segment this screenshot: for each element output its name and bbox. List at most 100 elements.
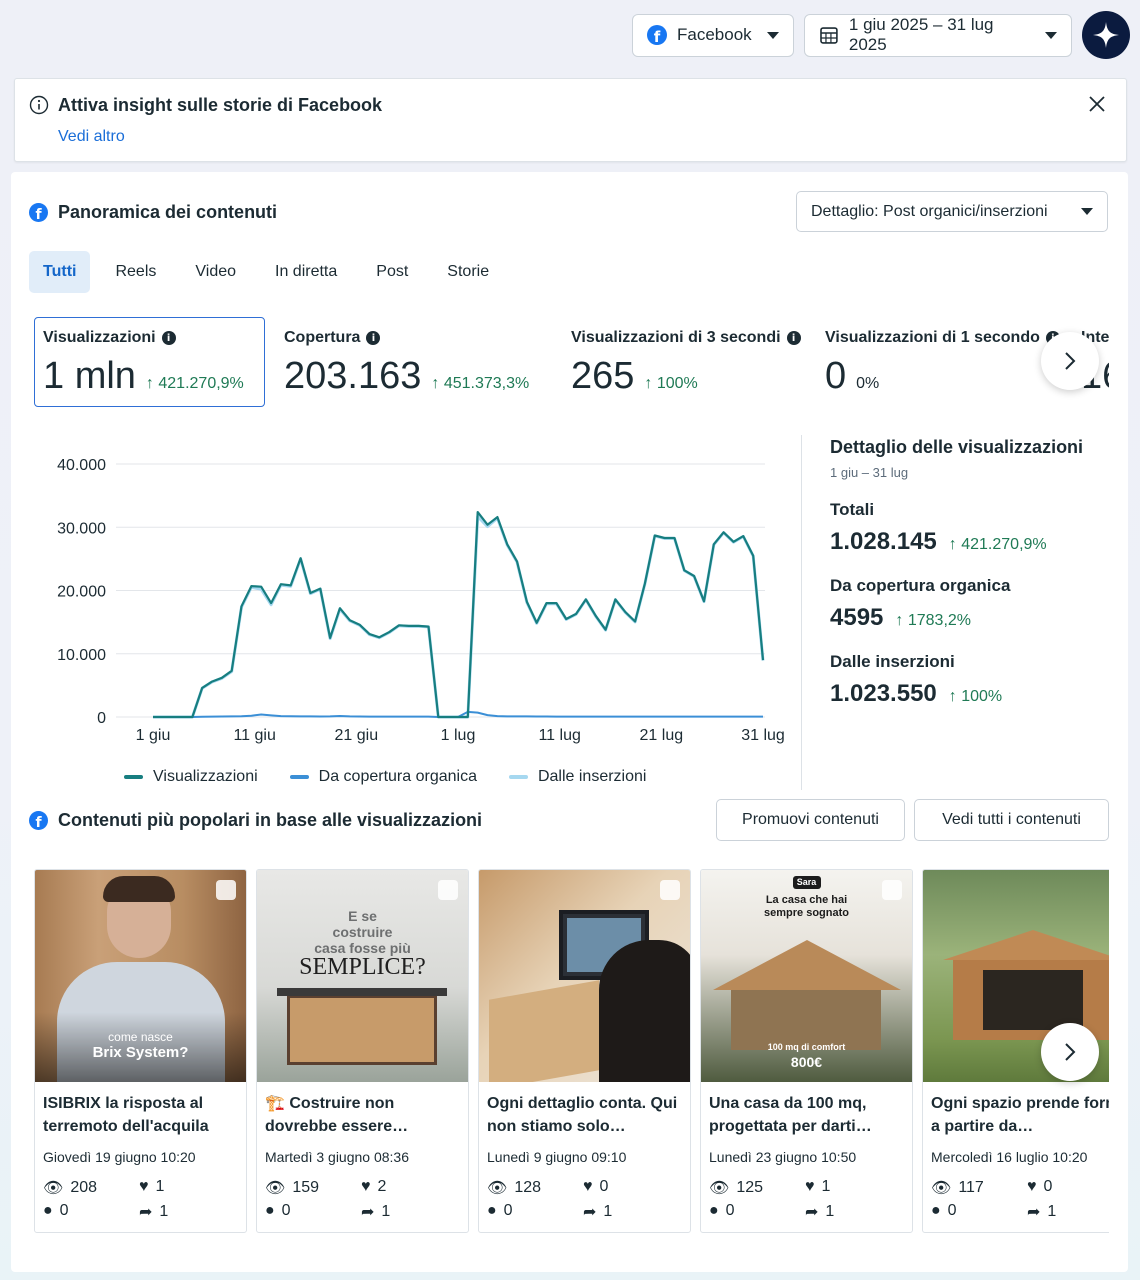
y-tick-label: 10.000 (57, 647, 106, 664)
x-tick-label: 11 giu (233, 727, 275, 744)
shares-stat: ➦ 1 (139, 1203, 169, 1221)
metric-card-3s-views[interactable]: Visualizzazioni di 3 secondi i 265 ↑ 100% (571, 317, 811, 407)
tab-video[interactable]: Video (181, 251, 250, 293)
info-icon[interactable]: i (161, 331, 176, 345)
heart-icon: ♥ (139, 1178, 149, 1195)
breakdown-change: ↑ 1783,2% (895, 612, 972, 629)
info-icon[interactable]: i (786, 331, 801, 345)
breakdown-label: Totali (830, 500, 875, 519)
share-icon: ➦ (1027, 1204, 1041, 1221)
breakdown-value: 1.023.550 (830, 680, 937, 707)
tab-all[interactable]: Tutti (29, 251, 91, 293)
top-bar: f Facebook 1 giu 2025 – 31 lug 2025 (632, 11, 1130, 59)
share-icon: ➦ (361, 1204, 375, 1221)
see-all-content-button[interactable]: Vedi tutti i contenuti (914, 799, 1109, 841)
tab-stories[interactable]: Storie (433, 251, 503, 293)
date-range-label: 1 giu 2025 – 31 lug 2025 (848, 15, 994, 54)
series-line-0 (153, 510, 765, 719)
views-breakdown: Dettaglio delle visualizzazioni 1 giu – … (830, 437, 1083, 708)
comments-stat: ● 0 (931, 1202, 957, 1219)
content-date: Lunedì 23 giugno 10:50 (709, 1149, 857, 1165)
heart-icon: ♥ (583, 1178, 593, 1195)
metric-change: ↑ 451.373,3% (431, 375, 530, 392)
breakdown-value: 1.028.145 (830, 528, 937, 555)
breakdown-range: 1 giu – 31 lug (830, 465, 909, 480)
calendar-icon (820, 27, 838, 44)
tab-live[interactable]: In diretta (261, 251, 351, 293)
roof-illustration (943, 930, 1109, 960)
share-icon: ➦ (139, 1204, 153, 1221)
chevron-right-icon (1065, 352, 1076, 370)
chart-legend: Visualizzazioni Da copertura organica Da… (124, 768, 646, 786)
y-tick-label: 30.000 (57, 520, 106, 537)
caret-down-icon (1081, 208, 1093, 215)
content-title: 🏗️ Costruire non dovrebbe essere… (265, 1095, 409, 1135)
metric-change: ↑ 100% (644, 375, 698, 392)
banner-title: Attiva insight sulle storie di Facebook (58, 95, 383, 115)
legend-swatch (289, 775, 309, 779)
likes-stat: ♥ 0 (1027, 1178, 1053, 1195)
comment-icon: ● (43, 1202, 53, 1219)
legend-item-organic[interactable]: Da copertura organica (289, 768, 477, 786)
content-title: Ogni dettaglio conta. Qui non stiamo sol… (487, 1095, 678, 1135)
info-icon[interactable]: i (366, 331, 381, 345)
content-thumbnail: E se costruire casa fosse più SEMPLICE? (257, 870, 468, 1082)
promote-content-button[interactable]: Promuovi contenuti (716, 799, 905, 841)
x-tick-label: 11 lug (538, 727, 580, 744)
legend-item-ads[interactable]: Dalle inserzioni (508, 768, 647, 786)
facebook-icon: f (29, 811, 48, 830)
platform-label: Facebook (677, 25, 752, 44)
content-card[interactable]: Sara La casa che hai sempre sognato 100 … (700, 869, 913, 1233)
content-card[interactable]: come nasce Brix System? ISIBRIX la rispo… (34, 869, 247, 1233)
share-icon: ➦ (805, 1204, 819, 1221)
likes-stat: ♥ 2 (361, 1178, 387, 1195)
metric-card-1s-views[interactable]: Visualizzazioni di 1 secondoi 00% (825, 317, 1065, 407)
tab-reels[interactable]: Reels (101, 251, 170, 293)
thumbnail-caption: Brix System? (92, 1044, 189, 1061)
detail-dropdown[interactable]: Dettaglio: Post organici/inserzioni (796, 191, 1108, 232)
views-stat: 👁 208 (43, 1179, 98, 1197)
metric-label: Visualizzazioni di 3 secondi (571, 329, 781, 346)
banner-link[interactable]: Vedi altro (58, 128, 125, 146)
close-icon[interactable] (1088, 95, 1106, 113)
content-title: ISIBRIX la risposta al terremoto dell'ac… (43, 1095, 209, 1135)
content-title: Ogni spazio prende forma a partire da… (931, 1095, 1109, 1135)
metric-value: 1 mln (43, 355, 136, 397)
views-stat: 👁 128 (487, 1179, 542, 1197)
chevron-right-icon (1065, 1043, 1076, 1061)
cards-next-button[interactable] (1041, 1023, 1099, 1081)
tab-post[interactable]: Post (362, 251, 422, 293)
likes-stat: ♥ 1 (139, 1178, 165, 1195)
comment-icon: ● (265, 1202, 275, 1219)
platform-selector[interactable]: f Facebook (632, 13, 794, 57)
comments-stat: ● 0 (487, 1202, 513, 1219)
breakdown-change: ↑ 100% (948, 688, 1003, 705)
person-hair (599, 940, 690, 1082)
vertical-divider (801, 435, 802, 790)
y-tick-label: 0 (97, 710, 106, 727)
caret-down-icon (767, 31, 779, 39)
popular-content-cards: come nasce Brix System? ISIBRIX la rispo… (34, 869, 1109, 1234)
date-range-selector[interactable]: 1 giu 2025 – 31 lug 2025 (804, 13, 1072, 57)
content-date: Lunedì 9 giugno 09:10 (487, 1149, 627, 1165)
metrics-next-button[interactable] (1041, 332, 1099, 390)
shares-stat: ➦ 1 (1027, 1203, 1057, 1221)
legend-label: Visualizzazioni (153, 768, 258, 785)
content-overview-panel: f Panoramica dei contenuti Dettaglio: Po… (11, 172, 1128, 1272)
ai-assistant-button[interactable] (1082, 11, 1130, 59)
metric-card-views[interactable]: Visualizzazioni i 1 mln ↑ 421.270,9% (34, 317, 265, 407)
legend-label: Dalle inserzioni (537, 768, 647, 785)
metric-card-reach[interactable]: Copertura i 203.163 ↑ 451.373,3% (284, 317, 554, 407)
views-stat: 👁 159 (265, 1179, 320, 1197)
overview-title: Panoramica dei contenuti (58, 202, 278, 222)
content-thumbnail (479, 870, 690, 1082)
content-card[interactable]: Ogni dettaglio conta. Qui non stiamo sol… (478, 869, 691, 1233)
thumbnail-caption: Sara (796, 877, 817, 887)
legend-item-views[interactable]: Visualizzazioni (124, 768, 258, 786)
thumbnail-caption: La casa che hai (765, 894, 848, 906)
eye-icon: 👁 (709, 1180, 730, 1197)
y-tick-label: 20.000 (57, 584, 106, 601)
content-card[interactable]: E se costruire casa fosse più SEMPLICE? … (256, 869, 469, 1233)
content-date: Mercoledì 16 luglio 10:20 (931, 1149, 1088, 1165)
share-icon: ➦ (583, 1204, 597, 1221)
